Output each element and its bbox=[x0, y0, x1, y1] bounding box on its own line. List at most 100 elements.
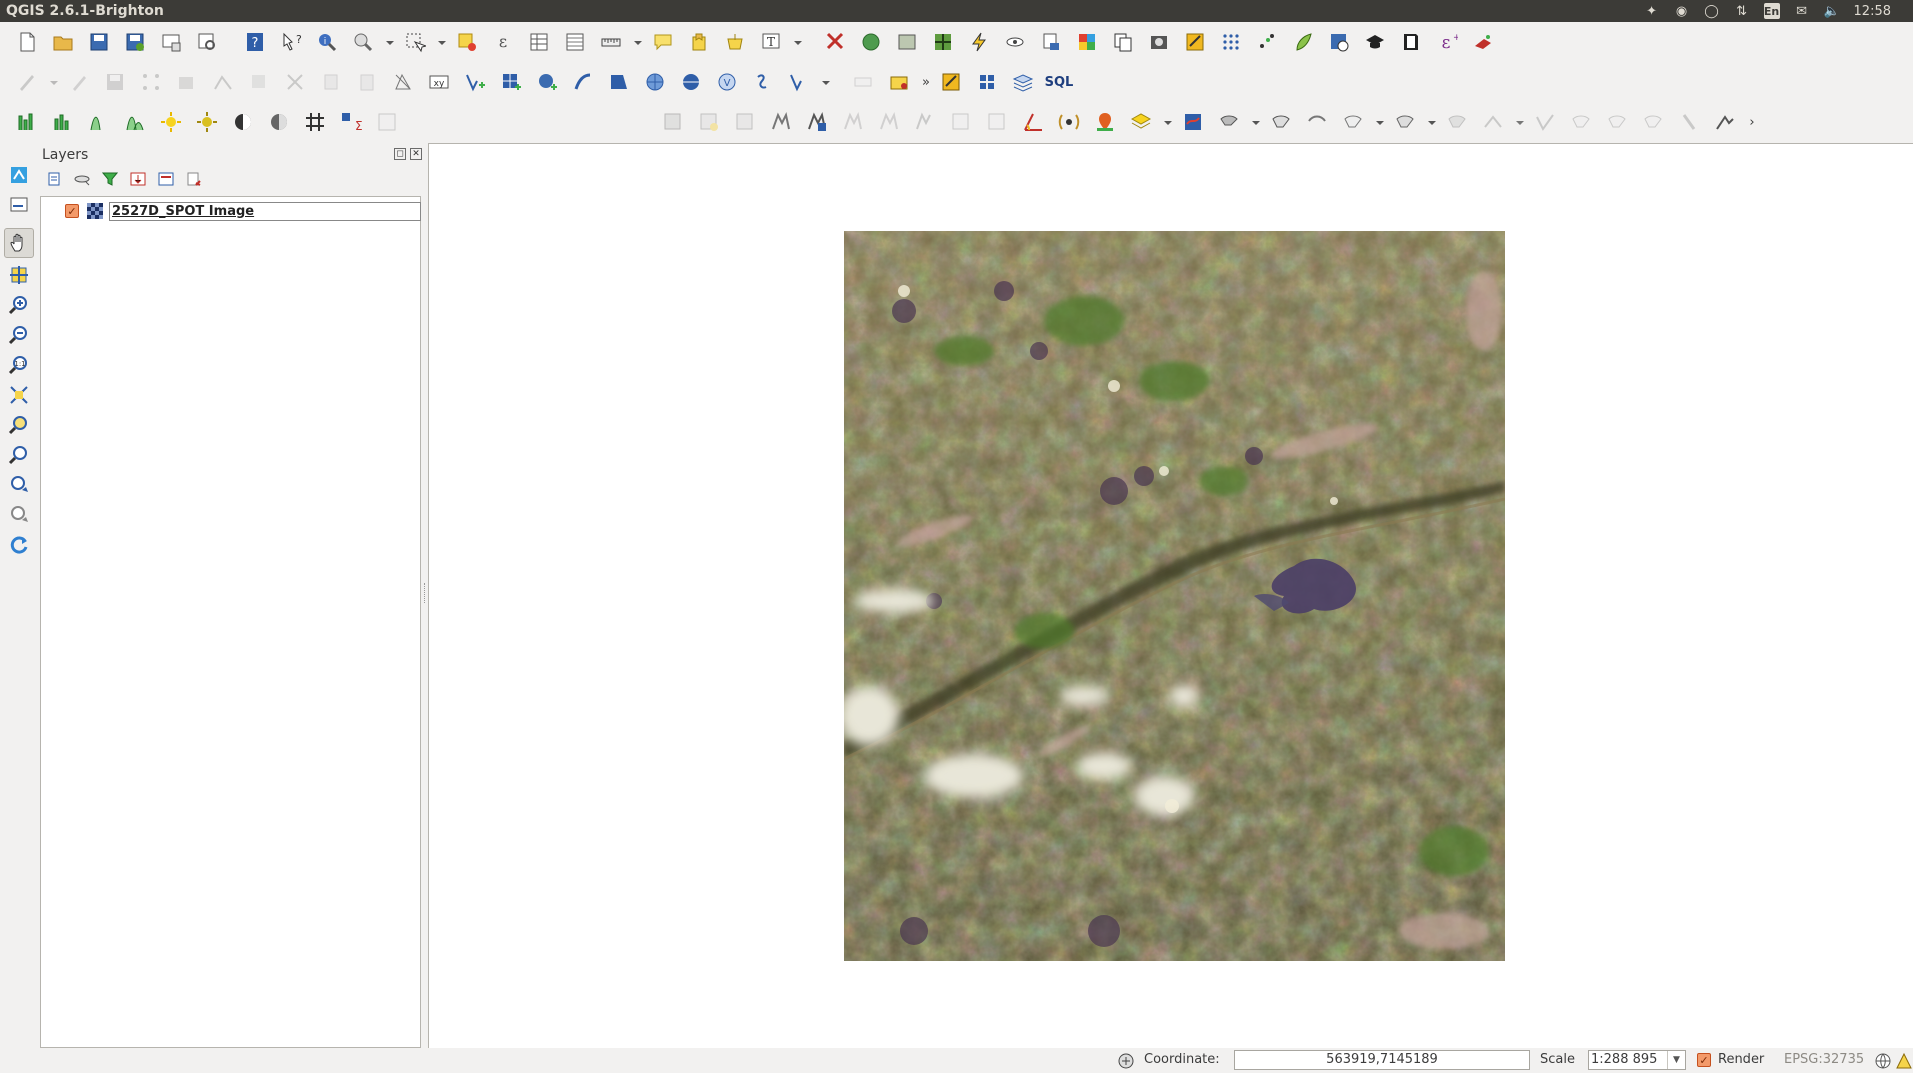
add-wms-tile-icon[interactable] bbox=[4, 160, 34, 190]
remove-layer-icon[interactable] bbox=[184, 169, 204, 189]
coordinate-field[interactable]: 563919,7145189 bbox=[1234, 1050, 1530, 1070]
network-icon[interactable]: ⇅ bbox=[1734, 3, 1750, 19]
crs-status-button[interactable]: EPSG:32735 bbox=[1784, 1052, 1864, 1067]
merge-features-icon[interactable] bbox=[1266, 107, 1296, 137]
close-panel-icon[interactable]: ✕ bbox=[410, 148, 422, 160]
label-icon[interactable] bbox=[848, 67, 878, 97]
refresh-icon[interactable] bbox=[4, 530, 34, 560]
advanced-digitizing-icon[interactable] bbox=[1710, 107, 1740, 137]
scale-combobox[interactable]: 1:288 895 ▼ bbox=[1588, 1050, 1686, 1070]
float-panel-icon[interactable]: ◻ bbox=[394, 148, 406, 160]
zoom-next-icon[interactable] bbox=[4, 500, 34, 530]
composer-add-table-icon[interactable] bbox=[730, 107, 760, 137]
expression-icon[interactable]: ε + bbox=[1432, 27, 1462, 57]
xy-tool-icon[interactable]: xy bbox=[424, 67, 454, 97]
qgis-cloud-icon[interactable] bbox=[1288, 27, 1318, 57]
label-properties-icon[interactable] bbox=[982, 107, 1012, 137]
add-raster-layer-icon[interactable] bbox=[496, 67, 526, 97]
grid-extents-icon[interactable] bbox=[372, 107, 402, 137]
dropdown-arrow-icon[interactable] bbox=[384, 27, 396, 57]
filter-legend-icon[interactable] bbox=[100, 169, 120, 189]
edit-pencil-icon[interactable] bbox=[64, 67, 94, 97]
dropdown-arrow-icon[interactable] bbox=[1426, 107, 1438, 137]
add-part-icon[interactable] bbox=[1390, 107, 1420, 137]
open-project-icon[interactable] bbox=[48, 27, 78, 57]
dropdown-arrow-icon[interactable] bbox=[48, 67, 60, 97]
map-tips-icon[interactable] bbox=[648, 27, 678, 57]
dropdown-arrow-icon[interactable] bbox=[1250, 107, 1262, 137]
composer-manager-icon[interactable] bbox=[192, 27, 222, 57]
split-parts-icon[interactable] bbox=[1674, 107, 1704, 137]
messages-icon[interactable] bbox=[1896, 1052, 1912, 1070]
add-wfs-layer-icon[interactable]: V bbox=[712, 67, 742, 97]
chevron-down-icon[interactable]: ▼ bbox=[1667, 1051, 1685, 1069]
decrease-brightness-icon[interactable] bbox=[192, 107, 222, 137]
db-manager-sql[interactable]: SQL bbox=[1044, 67, 1074, 97]
layer-name[interactable]: 2527D_SPOT Image bbox=[109, 201, 421, 221]
select-features-icon[interactable] bbox=[400, 27, 430, 57]
offset-line-icon[interactable] bbox=[1178, 107, 1208, 137]
help-icon[interactable]: ? bbox=[240, 27, 270, 57]
save-as-icon[interactable] bbox=[120, 27, 150, 57]
add-group-icon[interactable] bbox=[72, 169, 92, 189]
volume-icon[interactable]: 🔈 bbox=[1823, 3, 1839, 19]
show-labels-icon[interactable] bbox=[802, 107, 832, 137]
zoom-to-layer-icon[interactable] bbox=[4, 440, 34, 470]
stretch-local-icon[interactable] bbox=[120, 107, 150, 137]
mail-icon[interactable]: ✉ bbox=[1794, 3, 1810, 19]
field-calculator-icon[interactable] bbox=[560, 27, 590, 57]
zoom-to-selection-icon[interactable] bbox=[4, 410, 34, 440]
color-ramp-icon[interactable] bbox=[1072, 27, 1102, 57]
more-tools-icon[interactable]: » bbox=[920, 67, 932, 97]
photo-icon[interactable] bbox=[1144, 27, 1174, 57]
copy-features-icon[interactable] bbox=[316, 67, 346, 97]
zoom-out-icon[interactable] bbox=[4, 320, 34, 350]
histogram-local-icon[interactable] bbox=[48, 107, 78, 137]
show-bookmarks-icon[interactable] bbox=[720, 27, 750, 57]
georeferencer-icon[interactable] bbox=[892, 27, 922, 57]
digitize-icon[interactable] bbox=[1468, 27, 1498, 57]
pan-tool-icon[interactable] bbox=[4, 228, 34, 258]
dropdown-arrow-icon[interactable] bbox=[1514, 107, 1526, 137]
new-project-icon[interactable] bbox=[12, 27, 42, 57]
keyboard-language-icon[interactable]: En bbox=[1763, 3, 1780, 19]
simplify-icon[interactable] bbox=[1302, 107, 1332, 137]
eye-icon[interactable] bbox=[1000, 27, 1030, 57]
zoom-in-icon[interactable] bbox=[4, 290, 34, 320]
save-project-icon[interactable] bbox=[84, 27, 114, 57]
plugin-manager-icon[interactable] bbox=[972, 67, 1002, 97]
layer-item[interactable]: ✓ 2527D_SPOT Image bbox=[65, 201, 421, 221]
whats-this-icon[interactable]: ? bbox=[276, 27, 306, 57]
zoom-full-icon[interactable] bbox=[4, 380, 34, 410]
measure-angle-icon[interactable] bbox=[1018, 107, 1048, 137]
add-vector-layer-icon[interactable] bbox=[460, 67, 490, 97]
new-print-composer-icon[interactable] bbox=[156, 27, 186, 57]
toggle-editing-icon[interactable] bbox=[12, 67, 42, 97]
delete-selected-icon[interactable] bbox=[244, 67, 274, 97]
map-tools-icon[interactable] bbox=[1180, 27, 1210, 57]
book-icon[interactable] bbox=[1396, 27, 1426, 57]
reshape-features-icon[interactable] bbox=[1478, 107, 1508, 137]
split-features-icon[interactable] bbox=[1214, 107, 1244, 137]
paste-features-icon[interactable] bbox=[352, 67, 382, 97]
pan-to-selection-icon[interactable] bbox=[4, 260, 34, 290]
zoom-last-icon[interactable] bbox=[4, 470, 34, 500]
add-composer-icon[interactable] bbox=[4, 190, 34, 220]
data-export-icon[interactable] bbox=[1036, 27, 1066, 57]
node-tool-icon[interactable] bbox=[208, 67, 238, 97]
dropdown-arrow-icon[interactable] bbox=[792, 27, 804, 57]
openlayers-icon[interactable] bbox=[856, 27, 886, 57]
add-wcs-layer-icon[interactable] bbox=[676, 67, 706, 97]
clock[interactable]: 12:58 bbox=[1854, 4, 1891, 19]
change-label-icon[interactable] bbox=[946, 107, 976, 137]
measure-icon[interactable] bbox=[596, 27, 626, 57]
collapse-all-icon[interactable] bbox=[156, 169, 176, 189]
coordinate-capture-icon[interactable] bbox=[1090, 107, 1120, 137]
rotate-label-icon[interactable] bbox=[910, 107, 940, 137]
composer-add-map-icon[interactable] bbox=[658, 107, 688, 137]
globe-icon[interactable] bbox=[1874, 1052, 1892, 1070]
add-wms-layer-icon[interactable] bbox=[640, 67, 670, 97]
delete-part-icon[interactable] bbox=[388, 67, 418, 97]
new-bookmark-icon[interactable] bbox=[684, 27, 714, 57]
add-ring-icon[interactable] bbox=[1338, 107, 1368, 137]
